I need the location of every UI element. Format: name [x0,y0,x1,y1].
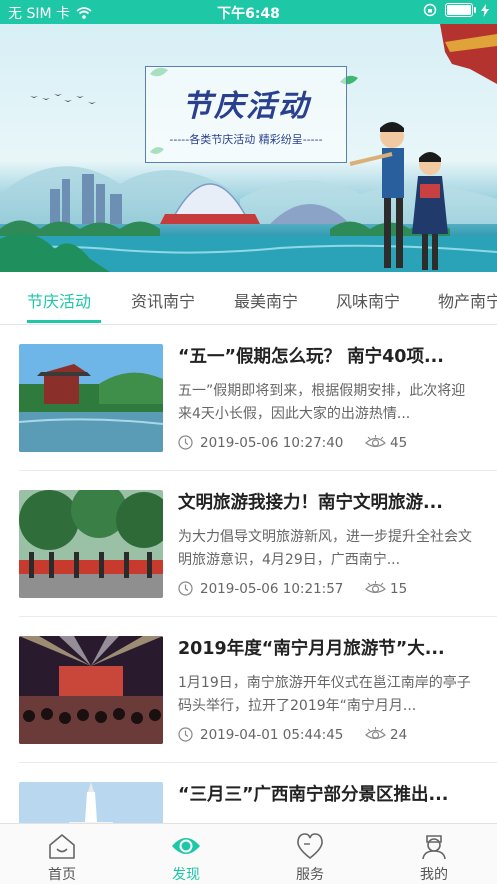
banner-title-card: 节庆活动 -----各类节庆活动 精彩纷呈----- [145,66,347,163]
home-icon [49,834,75,859]
charging-icon [481,3,489,17]
views-eye-icon [365,581,386,594]
article-meta: 2019-05-06 10:27:40 45 [178,435,478,453]
nav-profile[interactable]: 我的 [372,824,496,884]
article-views: 15 [390,581,408,597]
nav-profile-label: 我的 [420,867,448,883]
nav-home-label: 首页 [48,867,76,883]
rotation-lock-icon [423,3,437,17]
article-meta: 2019-04-01 05:44:45 24 [178,727,478,745]
user-icon [422,835,446,860]
list-item[interactable]: “三月三”广西南宁部分景区推出... [0,763,497,823]
views-eye-icon [365,435,386,448]
tab-nanning-flavor[interactable]: 风味南宁 [336,288,400,312]
article-list[interactable]: “五一”假期怎么玩？ 南宁40项... 五一”假期即将到来，根据假期安排，此次将… [0,325,497,823]
article-date: 2019-05-06 10:27:40 [200,435,344,451]
list-item[interactable]: 文明旅游我接力！南宁文明旅游... 为大力倡导文明旅游新风，进一步提升全社会文明… [0,471,497,617]
article-views: 45 [390,435,408,451]
status-bar: 无 SIM 卡 下午6:48 [0,0,497,24]
article-date: 2019-05-06 10:21:57 [200,581,344,597]
active-tab-indicator [27,320,101,323]
tab-nanning-products[interactable]: 物产南宁 [438,288,497,312]
tab-beautiful-nanning[interactable]: 最美南宁 [234,288,298,312]
article-description: 为大力倡导文明旅游新风，进一步提升全社会文明旅游意识，4月29日，广西南宁... [178,529,472,568]
article-meta: 2019-05-06 10:21:57 15 [178,581,478,599]
article-description: 1月19日，南宁旅游开年仪式在邕江南岸的亭子码头举行，拉开了2019年“南宁月月… [178,675,471,714]
nav-discover-label: 发现 [172,867,200,883]
article-description: 五一”假期即将到来，根据假期安排，此次将迎来4天小长假，因此大家的出游热情... [178,383,466,422]
article-title[interactable]: “五一”假期怎么玩？ 南宁40项... [178,343,478,368]
views-eye-icon [365,727,386,740]
battery-icon [445,3,476,17]
article-thumbnail [19,344,163,452]
tab-nanning-news[interactable]: 资讯南宁 [131,288,195,312]
article-title[interactable]: “三月三”广西南宁部分景区推出... [178,781,478,806]
list-item[interactable]: “五一”假期怎么玩？ 南宁40项... 五一”假期即将到来，根据假期安排，此次将… [0,325,497,471]
article-thumbnail [19,490,163,598]
clock-icon [178,727,193,742]
clock-icon [178,581,193,596]
nav-discover[interactable]: 发现 [124,824,248,884]
festival-banner[interactable]: 节庆活动 -----各类节庆活动 精彩纷呈----- [0,24,497,272]
article-thumbnail [19,636,163,744]
discover-eye-icon [172,838,200,854]
banner-title: 节庆活动 [182,89,310,124]
list-item[interactable]: 2019年度“南宁月月旅游节”大... 1月19日，南宁旅游开年仪式在邕江南岸的… [0,617,497,763]
nav-home[interactable]: 首页 [0,824,124,884]
clock-icon [178,435,193,450]
article-thumbnail [19,782,163,823]
banner-subtitle: -----各类节庆活动 精彩纷呈----- [169,133,323,146]
nav-service[interactable]: 服务 [248,824,372,884]
bottom-navigation: 首页 发现 服务 我的 [0,823,497,884]
heart-icon [297,833,323,860]
article-date: 2019-04-01 05:44:45 [200,727,344,743]
tab-festival-activities[interactable]: 节庆活动 [27,288,91,312]
article-views: 24 [390,727,408,743]
nav-service-label: 服务 [296,867,324,883]
article-title[interactable]: 2019年度“南宁月月旅游节”大... [178,635,478,660]
article-title[interactable]: 文明旅游我接力！南宁文明旅游... [178,489,478,514]
category-tabs: 节庆活动 资讯南宁 最美南宁 风味南宁 物产南宁 [0,272,497,325]
